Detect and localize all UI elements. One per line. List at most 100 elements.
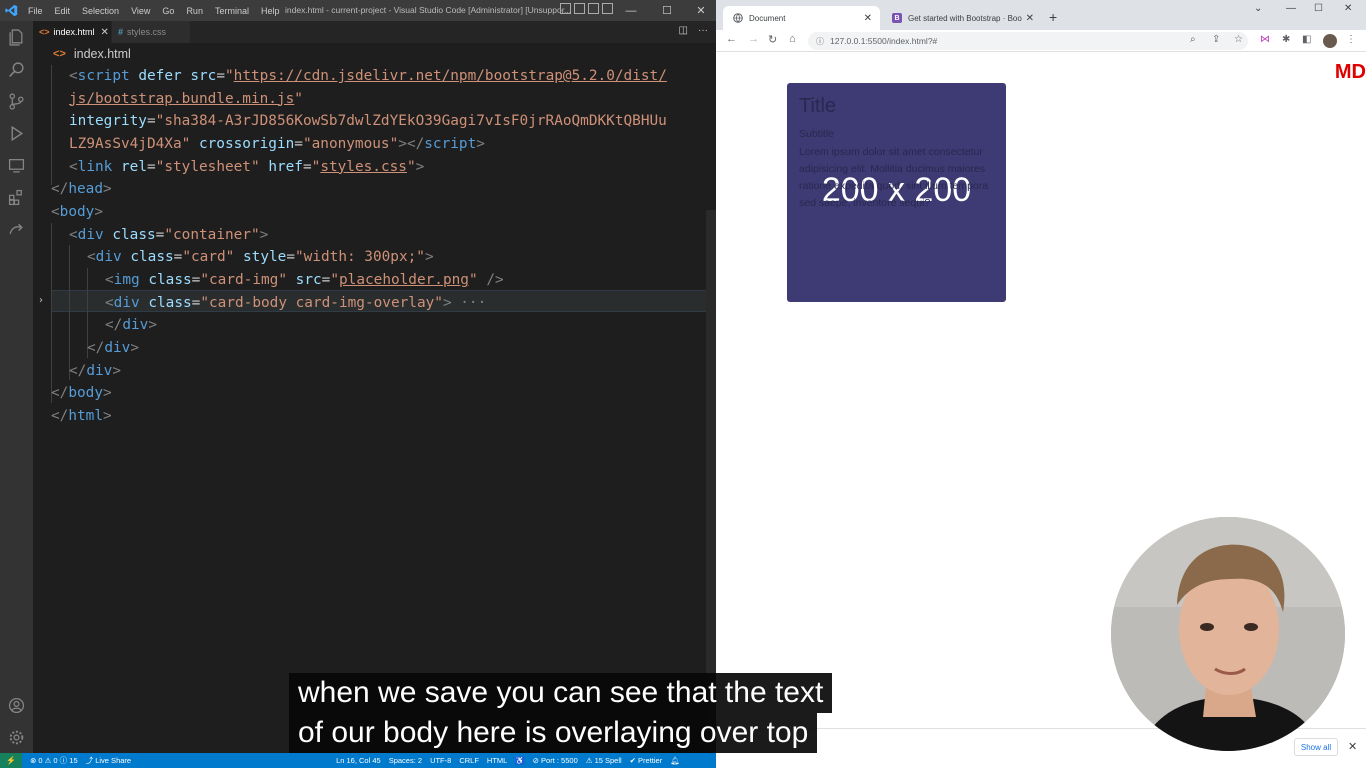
split-editor-icon[interactable]: ◫ bbox=[679, 25, 688, 36]
code-line[interactable]: </head> bbox=[51, 178, 112, 200]
code-line[interactable]: LZ9AsSv4jD4Xa" crossorigin="anonymous"><… bbox=[69, 133, 485, 155]
toggle-panel-icon[interactable] bbox=[574, 3, 585, 14]
code-token: = bbox=[302, 158, 312, 175]
home-icon[interactable]: ⌂ bbox=[789, 33, 796, 45]
maximize-icon[interactable]: ☐ bbox=[650, 0, 684, 21]
accounts-icon[interactable] bbox=[0, 689, 33, 721]
editor-scrollbar[interactable] bbox=[706, 210, 716, 750]
encoding[interactable]: UTF-8 bbox=[430, 756, 451, 765]
show-all-downloads-button[interactable]: Show all bbox=[1294, 738, 1338, 756]
menu-file[interactable]: File bbox=[28, 6, 43, 16]
code-line[interactable]: <script defer src="https://cdn.jsdelivr.… bbox=[69, 65, 667, 87]
explorer-icon[interactable] bbox=[0, 21, 33, 53]
problems-count[interactable]: ⊗ 0 ⚠ 0 ⓘ 15 bbox=[30, 755, 78, 766]
code-line[interactable]: <body> bbox=[51, 201, 103, 223]
code-token: link bbox=[77, 158, 113, 175]
code-line[interactable]: <div class="card-body card-img-overlay">… bbox=[105, 292, 486, 314]
remote-explorer-icon[interactable] bbox=[0, 149, 33, 181]
tab-index-html[interactable]: <> index.html ✕ bbox=[33, 21, 111, 43]
back-icon[interactable]: ← bbox=[726, 33, 737, 45]
more-actions-icon[interactable]: ··· bbox=[698, 25, 708, 36]
customize-layout-icon[interactable] bbox=[602, 3, 613, 14]
language-mode[interactable]: HTML bbox=[487, 756, 507, 765]
reload-icon[interactable]: ↻ bbox=[768, 33, 777, 46]
code-line[interactable]: </html> bbox=[51, 405, 112, 427]
browser-menu-icon[interactable]: ⋮ bbox=[1346, 34, 1356, 45]
code-line[interactable]: <img class="card-img" src="placeholder.p… bbox=[105, 269, 504, 291]
settings-gear-icon[interactable] bbox=[0, 721, 33, 753]
code-line[interactable]: <div class="container"> bbox=[69, 224, 268, 246]
code-token: class bbox=[148, 294, 192, 311]
extension-icon[interactable]: ⋈ bbox=[1260, 34, 1270, 45]
code-line[interactable]: <div class="card" style="width: 300px;"> bbox=[87, 246, 434, 268]
code-line[interactable]: integrity="sha384-A3rJD856KowSb7dwlZdYEk… bbox=[69, 110, 667, 132]
source-control-icon[interactable] bbox=[0, 85, 33, 117]
tab-search-icon[interactable]: ⌄ bbox=[1254, 3, 1262, 14]
code-line[interactable]: </body> bbox=[51, 382, 112, 404]
search-icon[interactable] bbox=[0, 53, 33, 85]
bookmark-star-icon[interactable]: ☆ bbox=[1234, 34, 1243, 45]
profile-avatar[interactable] bbox=[1323, 34, 1337, 48]
menu-view[interactable]: View bbox=[131, 6, 150, 16]
port-status[interactable]: ⊘ Port : 5500 bbox=[533, 756, 578, 765]
menu-selection[interactable]: Selection bbox=[82, 6, 119, 16]
site-info-icon[interactable]: ⓘ bbox=[816, 36, 824, 47]
address-bar[interactable]: ⓘ 127.0.0.1:5500/index.html?# bbox=[808, 32, 1248, 50]
close-window-icon[interactable]: ✕ bbox=[684, 0, 718, 21]
forward-icon[interactable]: → bbox=[748, 33, 759, 45]
code-token: < bbox=[69, 68, 78, 84]
html-file-icon: <> bbox=[39, 27, 50, 37]
accessibility-icon[interactable]: ♿ bbox=[515, 756, 524, 765]
code-editor[interactable]: › <script defer src="https://cdn.jsdeliv… bbox=[33, 65, 716, 753]
menu-run[interactable]: Run bbox=[186, 6, 203, 16]
menu-go[interactable]: Go bbox=[162, 6, 174, 16]
new-tab-button[interactable]: + bbox=[1049, 9, 1057, 25]
code-line[interactable]: </div> bbox=[105, 314, 157, 336]
minimize-icon[interactable]: — bbox=[614, 0, 648, 21]
notifications-bell-icon[interactable]: 🔔︎ bbox=[670, 756, 680, 765]
code-token: = bbox=[216, 68, 225, 84]
breadcrumb-file[interactable]: index.html bbox=[74, 47, 131, 61]
share-icon[interactable]: ⇪ bbox=[1212, 34, 1220, 45]
toggle-primary-sidebar-icon[interactable] bbox=[560, 3, 571, 14]
prettier-status[interactable]: ✔ Prettier bbox=[630, 756, 663, 765]
run-debug-icon[interactable] bbox=[0, 117, 33, 149]
code-token: > bbox=[476, 136, 485, 152]
minimize-icon[interactable]: — bbox=[1286, 3, 1296, 14]
browser-tab-document[interactable]: Document ✕ bbox=[723, 6, 880, 30]
close-tab-icon[interactable]: ✕ bbox=[1026, 13, 1034, 24]
cursor-position[interactable]: Ln 16, Col 45 bbox=[336, 756, 381, 765]
code-token: = bbox=[294, 136, 303, 152]
indentation[interactable]: Spaces: 2 bbox=[389, 756, 422, 765]
close-tab-icon[interactable]: ✕ bbox=[101, 27, 109, 38]
live-share-icon[interactable] bbox=[0, 213, 33, 245]
browser-tab-label: Document bbox=[749, 13, 786, 23]
tab-styles-css[interactable]: # styles.css bbox=[112, 21, 190, 43]
spell-status[interactable]: ⚠ 15 Spell bbox=[586, 756, 622, 765]
code-token: src bbox=[295, 272, 322, 289]
fold-chevron-icon[interactable]: › bbox=[39, 295, 43, 306]
menu-edit[interactable]: Edit bbox=[55, 6, 71, 16]
menu-help[interactable]: Help bbox=[261, 6, 280, 16]
code-token: "card-img" bbox=[200, 272, 287, 289]
zoom-icon[interactable]: ⌕ bbox=[1190, 34, 1196, 45]
live-share-status[interactable]: ⤴ Live Share bbox=[86, 755, 131, 766]
code-line[interactable]: </div> bbox=[87, 337, 139, 359]
code-line[interactable]: </div> bbox=[69, 360, 121, 382]
breadcrumb[interactable]: <> index.html bbox=[33, 43, 716, 65]
menu-terminal[interactable]: Terminal bbox=[215, 6, 249, 16]
browser-tab-bootstrap[interactable]: B Get started with Bootstrap · Boo ✕ bbox=[882, 6, 1042, 30]
extensions-icon[interactable] bbox=[0, 181, 33, 213]
maximize-icon[interactable]: ☐ bbox=[1314, 3, 1323, 14]
remote-indicator-icon[interactable]: ⚡ bbox=[0, 753, 22, 768]
code-token: "container" bbox=[164, 226, 260, 243]
close-download-bar-icon[interactable]: ✕ bbox=[1348, 740, 1357, 753]
end-of-line[interactable]: CRLF bbox=[459, 756, 479, 765]
close-window-icon[interactable]: ✕ bbox=[1344, 3, 1352, 14]
code-line[interactable]: <link rel="stylesheet" href="styles.css"… bbox=[69, 156, 424, 178]
toggle-secondary-sidebar-icon[interactable] bbox=[588, 3, 599, 14]
side-panel-icon[interactable]: ◧ bbox=[1302, 34, 1311, 45]
extensions-puzzle-icon[interactable]: ✱ bbox=[1282, 34, 1290, 45]
close-tab-icon[interactable]: ✕ bbox=[864, 13, 872, 24]
code-line[interactable]: js/bootstrap.bundle.min.js" bbox=[69, 88, 303, 110]
